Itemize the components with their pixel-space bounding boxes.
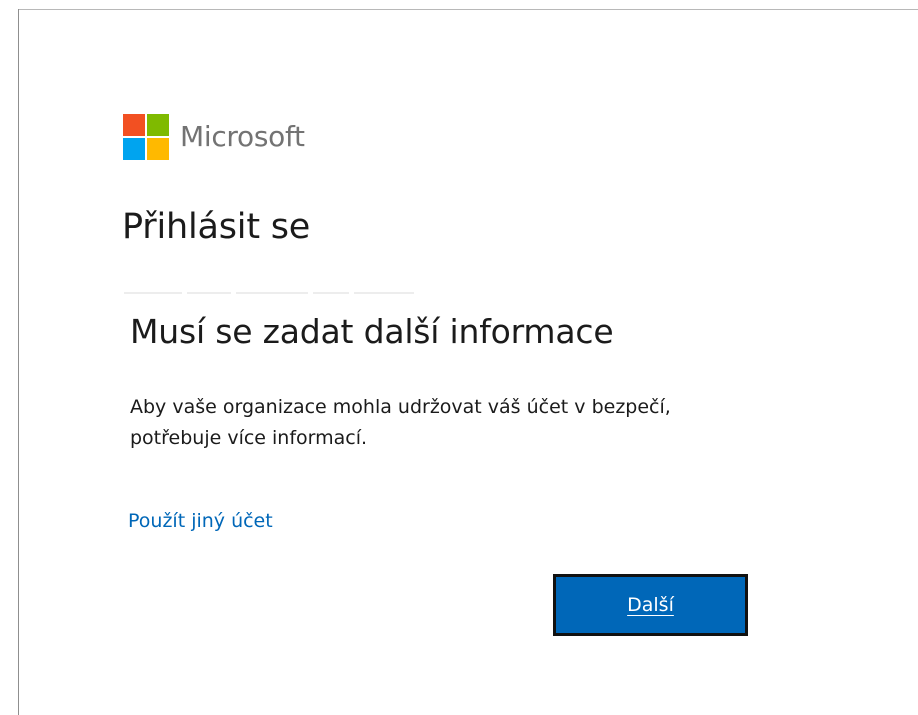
microsoft-logo-icon xyxy=(123,114,169,160)
card-left-edge xyxy=(18,9,19,715)
use-another-account-link[interactable]: Použít jiný účet xyxy=(128,506,273,537)
logo-square-red xyxy=(123,114,145,136)
next-button[interactable]: Další xyxy=(553,574,748,636)
masked-account-identifier xyxy=(124,290,414,295)
info-required-heading: Musí se zadat další informace xyxy=(130,312,614,351)
info-required-description: Aby vaše organizace mohla udržovat váš ú… xyxy=(130,396,671,449)
logo-square-green xyxy=(147,114,169,136)
brand-name: Microsoft xyxy=(180,120,305,153)
card-top-edge xyxy=(18,9,918,10)
sign-in-card: Microsoft Přihlásit se Musí se zadat dal… xyxy=(0,0,918,715)
microsoft-logo: Microsoft xyxy=(123,114,305,160)
logo-square-yellow xyxy=(147,138,169,160)
page-title: Přihlásit se xyxy=(122,207,311,247)
logo-square-blue xyxy=(123,138,145,160)
